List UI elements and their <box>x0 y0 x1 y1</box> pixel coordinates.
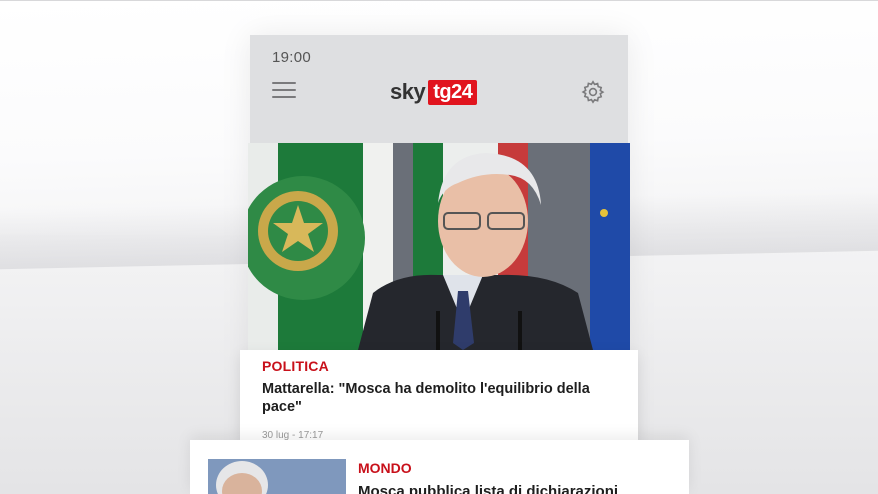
hamburger-menu-icon[interactable] <box>272 82 296 100</box>
thumbnail-photo-illustration <box>208 459 346 494</box>
next-article-headline[interactable]: Mosca pubblica lista di dichiarazioni <box>358 483 678 494</box>
next-article-thumbnail[interactable] <box>208 459 346 494</box>
app-header: 19:00 sky tg24 <box>250 35 628 143</box>
skytg24-logo: sky tg24 <box>390 79 478 105</box>
article-headline[interactable]: Mattarella: "Mosca ha demolito l'equilib… <box>262 380 627 416</box>
hero-article-card[interactable]: POLITICA Mattarella: "Mosca ha demolito … <box>240 350 638 441</box>
hero-image[interactable] <box>248 143 630 350</box>
hero-photo-illustration <box>248 143 630 350</box>
logo-tg24-text: tg24 <box>428 79 478 105</box>
next-article-category[interactable]: MONDO <box>358 460 412 476</box>
status-time: 19:00 <box>272 49 312 66</box>
next-article-card[interactable]: MONDO Mosca pubblica lista di dichiarazi… <box>190 440 689 494</box>
gear-icon[interactable] <box>581 80 605 104</box>
logo-sky-text: sky <box>390 79 426 104</box>
article-category[interactable]: POLITICA <box>262 358 329 374</box>
